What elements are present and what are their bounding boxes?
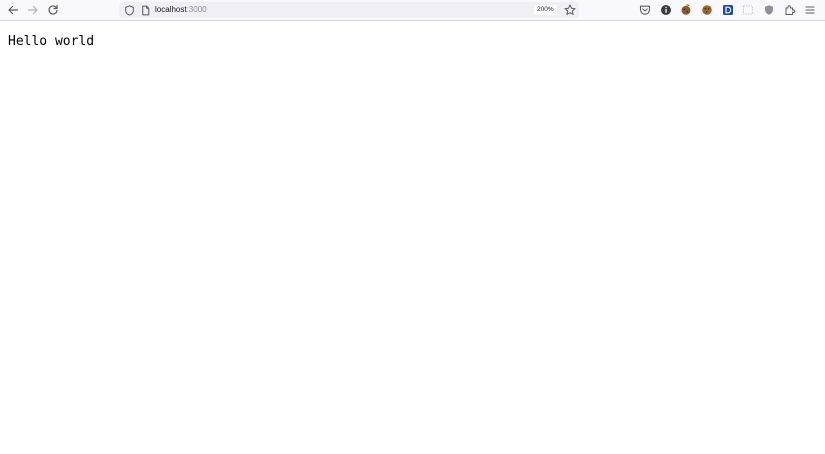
- reload-button[interactable]: [45, 2, 61, 18]
- info-icon: [661, 5, 671, 15]
- reload-icon: [48, 4, 58, 15]
- cookie-alt-extension-button[interactable]: [699, 2, 715, 18]
- extension-d-icon: [723, 5, 733, 15]
- page-icon[interactable]: [139, 4, 151, 16]
- url-port: :3000: [186, 5, 207, 14]
- cookie-icon: [681, 4, 691, 15]
- cookie-extension-button[interactable]: [678, 2, 694, 18]
- bookmark-star-icon[interactable]: [564, 4, 576, 16]
- cookie-alt-icon: [702, 5, 712, 15]
- url-text[interactable]: localhost:3000: [155, 4, 207, 16]
- d-extension-button[interactable]: [720, 2, 736, 18]
- body-text: Hello world: [8, 34, 95, 49]
- back-arrow-icon: [8, 5, 19, 15]
- pocket-button[interactable]: [637, 2, 653, 18]
- shield-icon[interactable]: [123, 4, 135, 16]
- info-extension-button[interactable]: [658, 2, 674, 18]
- screenshot-icon: [743, 5, 753, 15]
- extensions-button[interactable]: [782, 2, 798, 18]
- forward-arrow-icon: [27, 5, 38, 15]
- forward-button[interactable]: [25, 2, 41, 18]
- back-button[interactable]: [5, 2, 21, 18]
- menu-hamburger-icon: [805, 6, 815, 14]
- url-host: localhost: [155, 5, 187, 14]
- url-bar[interactable]: localhost:3000 200%: [119, 2, 579, 18]
- shield-extension-button[interactable]: [761, 2, 777, 18]
- page-content: Hello world: [0, 21, 825, 454]
- zoom-level-button[interactable]: 200%: [534, 5, 557, 15]
- menu-button[interactable]: [802, 2, 818, 18]
- browser-toolbar: localhost:3000 200%: [0, 0, 825, 21]
- pocket-icon: [639, 5, 651, 15]
- extensions-puzzle-icon: [785, 5, 796, 15]
- shield-extension-icon: [765, 5, 773, 15]
- screenshot-extension-button[interactable]: [740, 2, 756, 18]
